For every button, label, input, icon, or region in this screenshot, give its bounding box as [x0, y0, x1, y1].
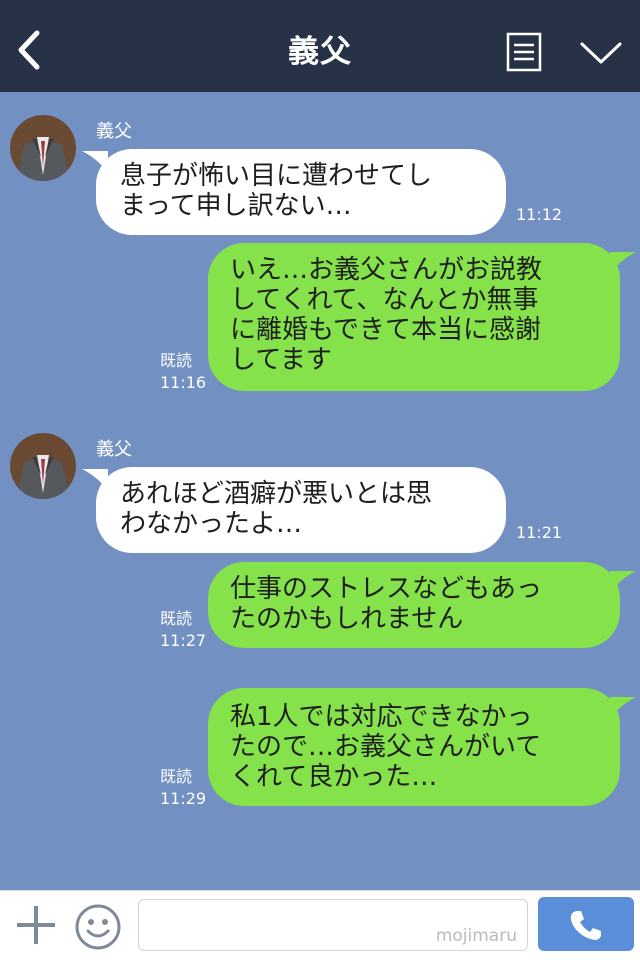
message-bubble[interactable]: いえ…お義父さんがお説教 してくれて、なんとか無事 に離婚もできて本当に感謝 し…	[208, 243, 620, 391]
read-receipt: 既読	[160, 609, 193, 628]
message-bubble[interactable]: 息子が怖い目に遭わせてし まって申し訳ない…	[96, 149, 506, 235]
message-time: 11:29	[160, 789, 207, 808]
read-receipt: 既読	[160, 767, 193, 786]
message-time: 11:12	[516, 205, 563, 224]
plus-icon	[17, 906, 55, 944]
call-button[interactable]	[538, 897, 634, 951]
message-bubble[interactable]: 私1人では対応できなかっ たので…お義父さんがいて くれて良かった…	[208, 688, 620, 806]
message-time: 11:21	[516, 523, 563, 542]
message-input[interactable]: mojimaru	[138, 899, 528, 951]
message-meta: 既読 11:27	[160, 608, 206, 652]
avatar-suit-icon	[10, 433, 76, 499]
message-meta: 既読 11:29	[160, 766, 206, 810]
sender-name: 義父	[96, 121, 132, 142]
phone-icon	[570, 911, 601, 940]
chat-header: 義父	[0, 0, 640, 92]
avatar[interactable]	[10, 115, 76, 181]
message-meta: 既読 11:16	[160, 350, 206, 394]
chevron-down-icon	[580, 42, 622, 64]
attach-button[interactable]	[14, 903, 58, 947]
message-time: 11:16	[160, 373, 207, 392]
emoji-button[interactable]	[74, 903, 122, 951]
avatar[interactable]	[10, 433, 76, 499]
read-receipt: 既読	[160, 351, 193, 370]
message-bubble[interactable]: あれほど酒癖が悪いとは思 わなかったよ…	[96, 467, 506, 553]
watermark-text: mojimaru	[435, 926, 517, 946]
input-bar: mojimaru	[0, 890, 640, 960]
smiley-icon	[75, 904, 121, 950]
message-bubble[interactable]: 仕事のストレスなどもあっ たのかもしれません	[208, 562, 620, 648]
chat-title: 義父	[288, 34, 352, 70]
collapse-button[interactable]	[578, 38, 624, 68]
menu-list-icon	[506, 32, 542, 72]
menu-button[interactable]	[506, 32, 542, 72]
avatar-suit-icon	[10, 115, 76, 181]
sender-name: 義父	[96, 439, 132, 460]
message-time: 11:27	[160, 631, 207, 650]
